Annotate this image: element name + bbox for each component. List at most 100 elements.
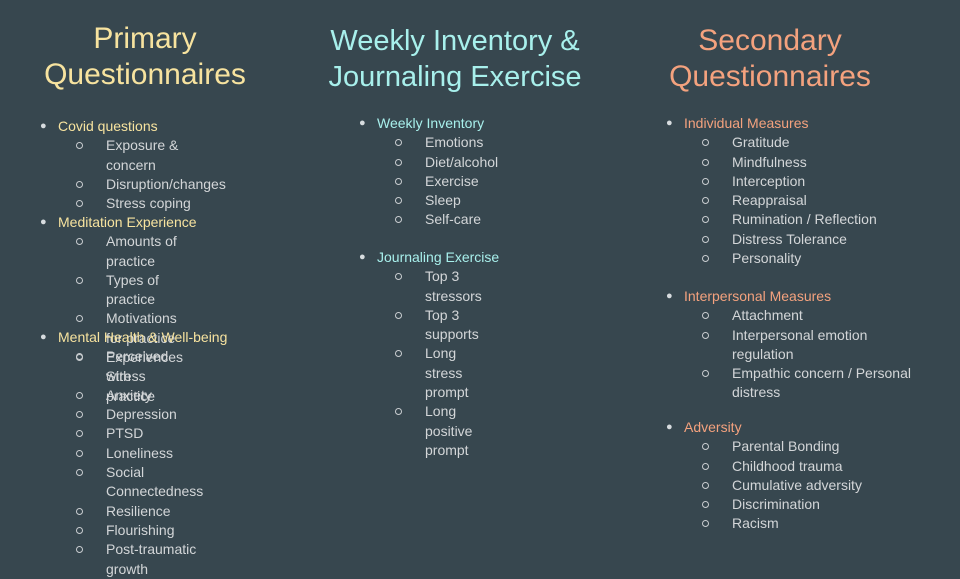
item-label: Personality	[732, 250, 802, 267]
item-label: Top 3 stressors	[425, 268, 482, 304]
section-label: Interpersonal Measures	[684, 288, 832, 304]
item-label: PTSD	[106, 425, 144, 442]
item-label: Stress coping	[106, 195, 191, 212]
item-label: Types of practice	[106, 271, 159, 308]
item-label: Distress Tolerance	[732, 230, 847, 247]
hollow-bullet-icon	[76, 271, 86, 290]
filled-bullet-icon: ●	[666, 117, 673, 129]
weekly-heading-line2: Journaling Exercise	[328, 61, 582, 93]
list-item: Anxiety	[76, 386, 203, 405]
item-label: Attachment	[732, 307, 803, 324]
hollow-bullet-icon	[76, 540, 86, 559]
list-item: Loneliness	[76, 444, 203, 463]
item-label: Disruption/changes	[106, 175, 226, 192]
list-item: Diet/alcohol	[395, 153, 498, 172]
filled-bullet-icon: ●	[359, 251, 366, 263]
section-weekly-inventory: ● Weekly Inventory Emotions Diet/alcohol…	[359, 114, 498, 230]
filled-bullet-icon: ●	[666, 421, 673, 433]
hollow-bullet-icon	[76, 463, 86, 482]
hollow-bullet-icon	[76, 521, 86, 540]
hollow-bullet-icon	[395, 210, 405, 229]
hollow-bullet-icon	[702, 514, 712, 533]
filled-bullet-icon: ●	[666, 290, 673, 302]
hollow-bullet-icon	[702, 326, 712, 345]
hollow-bullet-icon	[702, 457, 712, 476]
list-item: Stress coping	[76, 194, 226, 213]
item-label: Empathic concern / Personal distress	[732, 365, 911, 401]
sub-list: Emotions Diet/alcohol Exercise Sleep Sel…	[395, 133, 498, 229]
list-item: Racism	[702, 514, 936, 533]
item-label: Rumination / Reflection	[732, 211, 877, 228]
item-label: Interception	[732, 172, 806, 189]
list-item: Top 3 stressors	[395, 267, 482, 306]
hollow-bullet-icon	[702, 249, 712, 268]
filled-bullet-icon: ●	[40, 331, 47, 343]
item-label: Gratitude	[732, 134, 790, 151]
list-item: Reappraisal	[702, 191, 936, 210]
item-label: Post-traumatic growth	[106, 541, 197, 577]
section-label: Individual Measures	[684, 115, 809, 131]
list-item: Parental Bonding	[702, 437, 936, 456]
list-item: Perceived Stress	[76, 347, 203, 386]
hollow-bullet-icon	[702, 230, 712, 249]
section-label: Covid questions	[58, 118, 158, 134]
item-label: Discrimination	[732, 496, 820, 513]
item-label: Racism	[732, 515, 779, 532]
item-label: Long positive prompt	[425, 403, 473, 458]
section-header: ● Interpersonal Measures	[666, 287, 936, 306]
hollow-bullet-icon	[76, 424, 86, 443]
primary-heading-line2: Questionnaires	[44, 58, 246, 91]
list-item: Flourishing	[76, 521, 203, 540]
list-item: Sleep	[395, 191, 498, 210]
hollow-bullet-icon	[76, 194, 86, 213]
item-label: Depression	[106, 406, 177, 423]
hollow-bullet-icon	[702, 437, 712, 456]
section-label: Adversity	[684, 419, 742, 435]
section-covid-questions: ● Covid questions Exposure & concern Dis…	[40, 117, 226, 213]
section-mental-health: ● Mental Health & Well-being Perceived S…	[40, 328, 227, 579]
hollow-bullet-icon	[76, 136, 86, 155]
list-item: Rumination / Reflection	[702, 210, 936, 229]
filled-bullet-icon: ●	[40, 120, 47, 132]
list-item: Interception	[702, 172, 936, 191]
section-label: Journaling Exercise	[377, 249, 500, 265]
list-item: Disruption/changes	[76, 175, 226, 194]
section-header: ● Individual Measures	[666, 114, 936, 133]
hollow-bullet-icon	[702, 306, 712, 325]
hollow-bullet-icon	[395, 191, 405, 210]
primary-heading-line1: Primary	[93, 22, 197, 55]
list-item: Top 3 supports	[395, 306, 482, 345]
filled-bullet-icon: ●	[359, 117, 366, 129]
hollow-bullet-icon	[702, 476, 712, 495]
list-item: Emotions	[395, 133, 498, 152]
secondary-heading-line2: Questionnaires	[669, 60, 871, 93]
list-item: Resilience	[76, 502, 203, 521]
hollow-bullet-icon	[76, 347, 86, 366]
section-header: ● Meditation Experience	[40, 213, 197, 232]
hollow-bullet-icon	[702, 153, 712, 172]
section-individual-measures: ● Individual Measures Gratitude Mindfuln…	[666, 114, 936, 268]
list-item: Gratitude	[702, 133, 936, 152]
hollow-bullet-icon	[395, 344, 405, 363]
weekly-heading: Weekly Inventory & Journaling Exercise	[300, 23, 610, 95]
hollow-bullet-icon	[76, 502, 86, 521]
section-header: ● Mental Health & Well-being	[40, 328, 227, 347]
list-item: Cumulative adversity	[702, 476, 936, 495]
hollow-bullet-icon	[702, 191, 712, 210]
hollow-bullet-icon	[395, 172, 405, 191]
section-adversity: ● Adversity Parental Bonding Childhood t…	[666, 418, 936, 534]
list-item: PTSD	[76, 424, 203, 443]
hollow-bullet-icon	[395, 402, 405, 421]
hollow-bullet-icon	[702, 364, 712, 383]
sub-list: Top 3 stressors Top 3 supports Long stre…	[395, 267, 482, 460]
list-item: Amounts of practice	[76, 232, 183, 271]
list-item: Self-care	[395, 210, 498, 229]
item-label: Childhood trauma	[732, 457, 843, 474]
list-item: Post-traumatic growth	[76, 540, 203, 579]
item-label: Exercise	[425, 172, 479, 189]
hollow-bullet-icon	[76, 386, 86, 405]
list-item: Childhood trauma	[702, 457, 936, 476]
item-label: Interpersonal emotion regulation	[732, 326, 868, 362]
item-label: Loneliness	[106, 444, 173, 461]
list-item: Distress Tolerance	[702, 230, 936, 249]
